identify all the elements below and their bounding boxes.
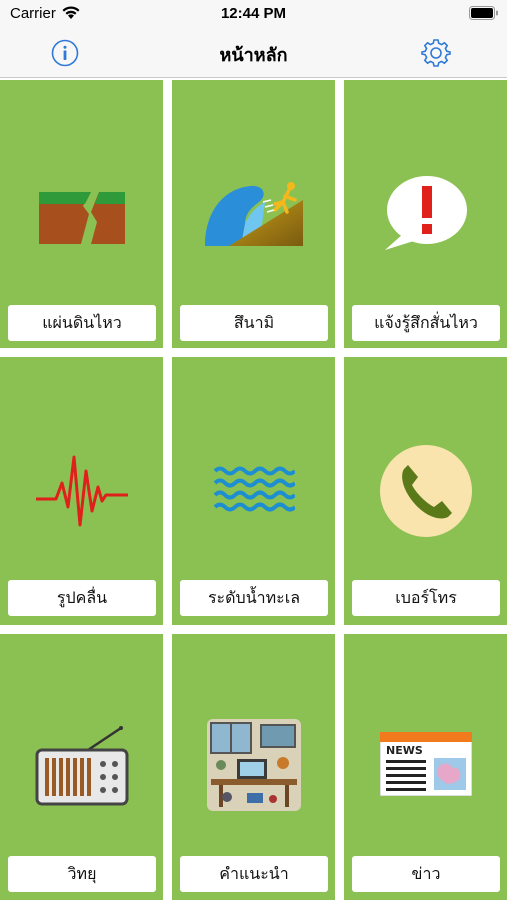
tile-label: สึนามิ (180, 305, 328, 341)
tile-advice[interactable]: คำแนะนำ (172, 634, 335, 900)
news-icon-text: NEWS (386, 744, 423, 757)
tile-label: ระดับน้ำทะเล (180, 580, 328, 616)
tile-earthquake[interactable]: แผ่นดินไหว (0, 80, 163, 348)
tile-label: ข่าว (352, 856, 500, 892)
tile-report-shaking[interactable]: แจ้งรู้สึกสั่นไหว (344, 80, 507, 348)
tile-radio[interactable]: วิทยุ (0, 634, 163, 900)
status-time: 12:44 PM (220, 5, 287, 22)
tile-label: วิทยุ (8, 856, 156, 892)
waveform-icon (35, 455, 128, 527)
battery-icon (469, 6, 498, 20)
tile-label: เบอร์โทร (352, 580, 500, 616)
phone-icon (379, 445, 472, 537)
status-bar: Carrier 12:44 PM (0, 0, 507, 28)
menu-grid: แผ่นดินไหว สึนามิ แจ้งรู้สึกสั่นไหว รูปค… (0, 78, 507, 900)
gear-icon[interactable] (421, 38, 451, 68)
tile-label: คำแนะนำ (180, 856, 328, 892)
tile-tsunami[interactable]: สึนามิ (172, 80, 335, 348)
sea-level-icon (213, 466, 295, 512)
navigation-bar: หน้าหลัก (0, 28, 507, 78)
tile-phone-numbers[interactable]: เบอร์โทร (344, 357, 507, 625)
tile-sea-level[interactable]: ระดับน้ำทะเล (172, 357, 335, 625)
alert-bubble-icon (384, 176, 467, 250)
news-icon: NEWS (379, 732, 472, 796)
tile-news[interactable]: NEWS ข่าว (344, 634, 507, 900)
radio-icon (35, 726, 128, 806)
tile-label: แจ้งรู้สึกสั่นไหว (352, 305, 500, 341)
tsunami-icon (204, 182, 303, 246)
earthquake-icon (38, 192, 125, 244)
tile-label: รูปคลื่น (8, 580, 156, 616)
tile-waveform[interactable]: รูปคลื่น (0, 357, 163, 625)
advice-icon (206, 719, 301, 811)
tile-label: แผ่นดินไหว (8, 305, 156, 341)
